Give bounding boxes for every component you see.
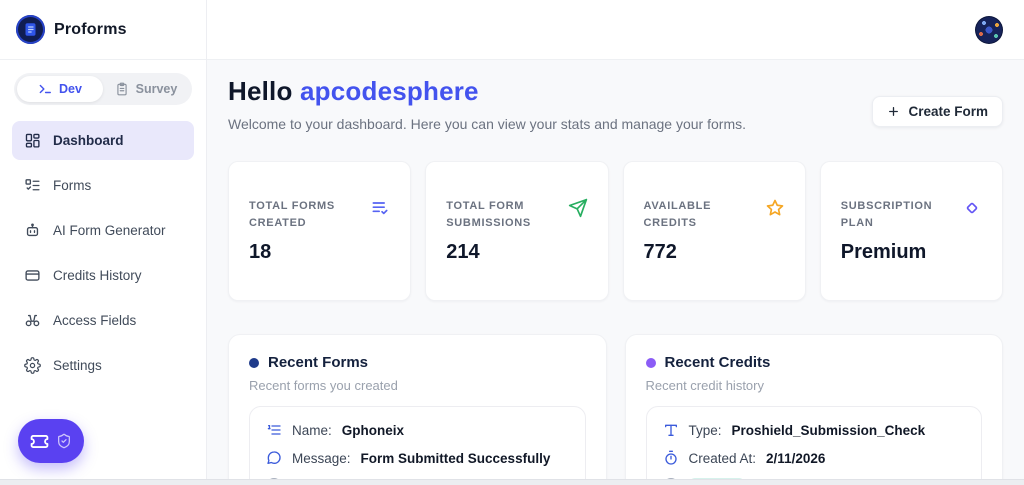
shield-check-icon [58, 433, 70, 449]
content-area: Hello apcodesphere Welcome to your dashb… [207, 0, 1024, 485]
stats-row: TOTAL FORMS CREATED 18 TOTAL FORM SUBMIS… [228, 161, 1003, 301]
sidebar-item-ai-form-generator[interactable]: AI Form Generator [12, 211, 194, 250]
ordered-list-icon [267, 425, 281, 435]
stat-label: SUBSCRIPTION PLAN [840, 200, 933, 230]
diamond-icon [966, 202, 978, 214]
sidebar-item-label: Forms [53, 178, 92, 193]
recent-forms-subtitle: Recent forms you created [249, 378, 398, 393]
recent-forms-title: Recent Forms [249, 354, 586, 371]
form-name-row: Name: Gphoneix [264, 416, 571, 444]
sidebar-item-label: Settings [53, 358, 102, 373]
panel-title-text: Recent Credits [664, 354, 771, 371]
credit-created-value: 2/11/2026 [766, 450, 826, 466]
panel-title-text: Recent Forms [268, 354, 369, 371]
username-text: apcodesphere [300, 76, 479, 106]
page-head: Hello apcodesphere Welcome to your dashb… [228, 76, 1003, 132]
clipboard-icon [116, 82, 127, 96]
create-form-label: Create Form [908, 104, 988, 119]
stat-label: TOTAL FORM SUBMISSIONS [446, 200, 531, 230]
stat-value: 214 [446, 241, 480, 264]
credit-card-icon [25, 270, 40, 281]
recent-credit-entry: Type: Proshield_Submission_Check Created… [645, 406, 982, 485]
sidebar-item-label: Credits History [53, 268, 142, 283]
quick-actions-button[interactable] [18, 419, 84, 463]
greeting-block: Hello apcodesphere Welcome to your dashb… [228, 76, 746, 132]
form-message-label: Message: [292, 450, 351, 466]
stat-label: AVAILABLE CREDITS [643, 200, 712, 230]
toggle-survey-label: Survey [135, 82, 178, 96]
credit-created-row: Created At: 2/11/2026 [661, 444, 968, 472]
credit-created-label: Created At: [688, 450, 757, 466]
toggle-dev[interactable]: Dev [17, 76, 103, 102]
forms-list-icon [25, 179, 40, 191]
recent-form-entry: Name: Gphoneix Message: Form Submitted S… [249, 406, 586, 485]
page-title: Hello apcodesphere [228, 76, 746, 107]
app-window: Proforms Dev Survey Dashboard Forms AI F… [0, 0, 1024, 485]
form-message-row: Message: Form Submitted Successfully [264, 444, 571, 472]
stat-card-subscription-plan: SUBSCRIPTION PLAN Premium [819, 161, 1003, 301]
recent-credits-panel: Recent Credits Recent credit history Typ… [624, 334, 1003, 485]
panels-row: Recent Forms Recent forms you created Na… [228, 334, 1003, 485]
send-icon [568, 198, 587, 218]
forms-dot-icon [249, 357, 259, 368]
sidebar-item-settings[interactable]: Settings [12, 346, 194, 385]
sidebar: Proforms Dev Survey Dashboard Forms AI F… [0, 0, 207, 485]
greeting-text: Hello [228, 76, 293, 106]
recent-credits-subtitle: Recent credit history [645, 378, 765, 393]
page-subtitle: Welcome to your dashboard. Here you can … [228, 116, 746, 132]
gear-icon [24, 357, 41, 374]
create-form-button[interactable]: Create Form [872, 96, 1003, 127]
sidebar-item-access-fields[interactable]: Access Fields [12, 301, 194, 340]
form-message-value: Form Submitted Successfully [360, 450, 551, 466]
dashboard-main: Hello apcodesphere Welcome to your dashb… [207, 60, 1024, 485]
credit-type-label: Type: [688, 422, 722, 438]
brand: Proforms [0, 0, 206, 60]
stat-value: Premium [840, 241, 927, 264]
terminal-icon [39, 84, 51, 94]
brand-name: Proforms [54, 20, 127, 38]
form-name-label: Name: [292, 422, 332, 438]
ticket-icon [30, 434, 49, 448]
robot-icon [26, 223, 39, 237]
horizontal-scrollbar[interactable] [0, 479, 1024, 485]
sidebar-item-label: AI Form Generator [53, 223, 166, 238]
proforms-logo-icon [16, 15, 45, 44]
binoculars-icon [25, 314, 40, 327]
plus-icon [889, 107, 899, 116]
credit-type-row: Type: Proshield_Submission_Check [661, 416, 968, 444]
message-bubble-icon [267, 451, 281, 465]
topbar [207, 0, 1024, 60]
sidebar-item-forms[interactable]: Forms [12, 166, 194, 205]
user-avatar[interactable] [975, 15, 1003, 44]
recent-credits-title: Recent Credits [645, 354, 983, 371]
form-name-value: Gphoneix [341, 422, 405, 438]
stat-card-available-credits: AVAILABLE CREDITS 772 [622, 161, 806, 301]
sidebar-item-label: Access Fields [53, 313, 137, 328]
type-icon [664, 424, 677, 436]
sidebar-item-credits-history[interactable]: Credits History [12, 256, 194, 295]
sidebar-item-label: Dashboard [53, 133, 124, 148]
recent-forms-panel: Recent Forms Recent forms you created Na… [228, 334, 607, 485]
toggle-dev-label: Dev [59, 82, 82, 96]
sidebar-nav: Dashboard Forms AI Form Generator Credit… [0, 121, 206, 391]
mode-toggle: Dev Survey [14, 73, 192, 105]
credits-dot-icon [645, 357, 656, 368]
list-check-icon [372, 202, 388, 215]
dashboard-grid-icon [25, 133, 40, 148]
timer-icon [664, 450, 677, 465]
credit-type-value: Proshield_Submission_Check [731, 422, 926, 438]
star-icon [766, 199, 784, 216]
stat-card-total-form-submissions: TOTAL FORM SUBMISSIONS 214 [425, 161, 609, 301]
toggle-survey[interactable]: Survey [103, 76, 189, 102]
stat-card-total-forms-created: TOTAL FORMS CREATED 18 [228, 161, 412, 301]
sidebar-item-dashboard[interactable]: Dashboard [12, 121, 194, 160]
stat-label: TOTAL FORMS CREATED [249, 200, 335, 230]
stat-value: 772 [643, 241, 677, 264]
stat-value: 18 [249, 241, 272, 264]
